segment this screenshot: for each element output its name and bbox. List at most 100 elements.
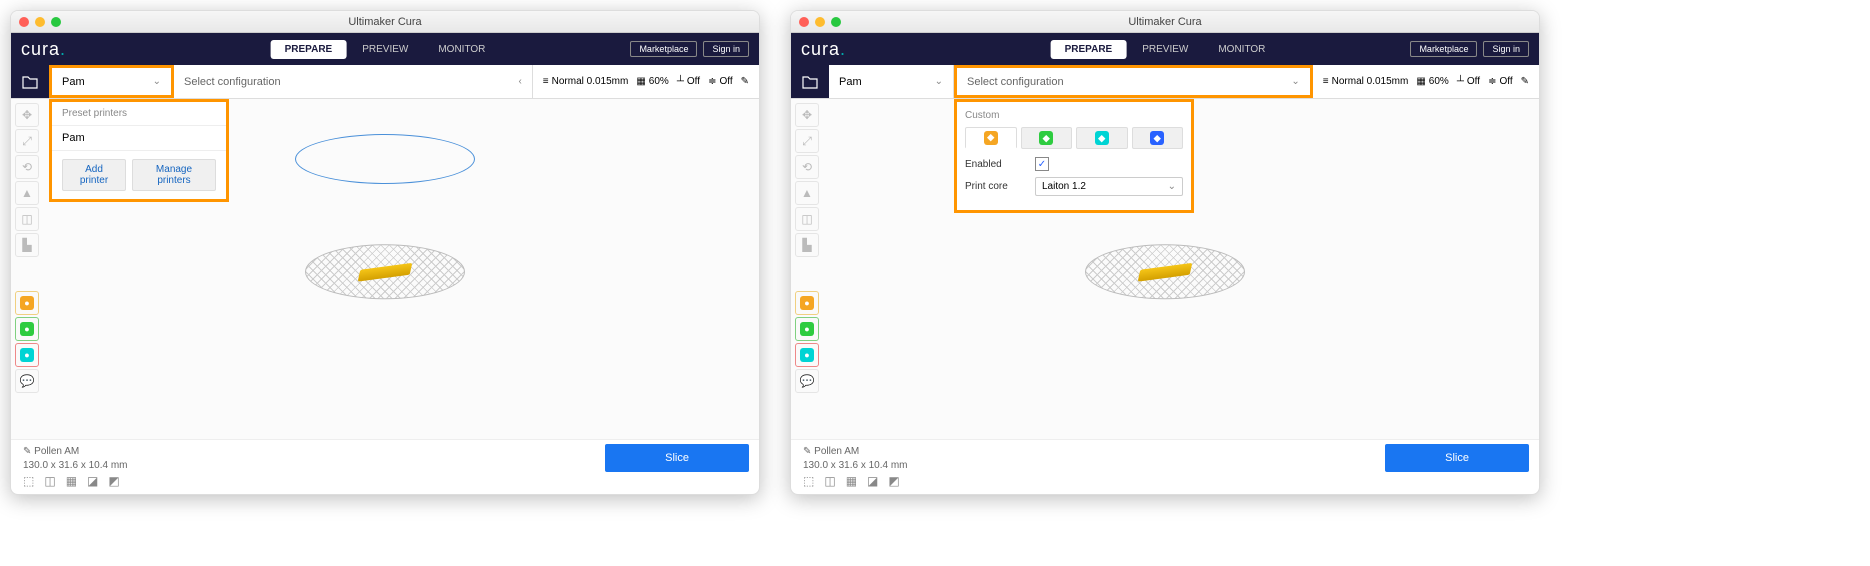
scale-tool[interactable]: ⤢ xyxy=(15,129,39,153)
left-toolbar: ✥ ⤢ ⟲ ▲ ◫ ▙ ● ● ● 💬 xyxy=(795,103,823,393)
signin-button[interactable]: Sign in xyxy=(1483,41,1529,57)
close-icon[interactable] xyxy=(799,17,809,27)
view-top-icon[interactable]: ▦ xyxy=(846,474,857,488)
tab-prepare[interactable]: PREPARE xyxy=(271,40,347,59)
view-3d-icon[interactable]: ⬚ xyxy=(23,474,34,488)
printer-selected-label: Pam xyxy=(62,76,85,88)
view-right-icon[interactable]: ◩ xyxy=(108,474,119,488)
close-icon[interactable] xyxy=(19,17,29,27)
adhesion-value: ≑ Off xyxy=(1488,76,1513,87)
extruder-tab-3[interactable]: ◆ xyxy=(1076,127,1128,149)
maximize-icon[interactable] xyxy=(51,17,61,27)
build-plate xyxy=(1085,244,1245,299)
chevron-down-icon: ⌄ xyxy=(1291,76,1299,87)
marketplace-button[interactable]: Marketplace xyxy=(1410,41,1477,57)
tab-prepare[interactable]: PREPARE xyxy=(1051,40,1127,59)
mesh-tool[interactable]: ◫ xyxy=(15,207,39,231)
configuration-selector[interactable]: Select configuration ⌄ xyxy=(954,65,1313,98)
view-front-icon[interactable]: ◫ xyxy=(824,474,835,488)
scale-tool[interactable]: ⤢ xyxy=(795,129,819,153)
viewport[interactable]: ✥ ⤢ ⟲ ▲ ◫ ▙ ● ● ● 💬 Preset printers Pam … xyxy=(11,99,759,439)
extruder-4-button[interactable]: 💬 xyxy=(795,369,819,393)
extruder-3-button[interactable]: ● xyxy=(795,343,819,367)
configuration-label: Select configuration xyxy=(184,76,281,88)
view-left-icon[interactable]: ◪ xyxy=(87,474,98,488)
model-object[interactable] xyxy=(358,262,413,281)
printer-option-pam[interactable]: Pam xyxy=(52,125,226,151)
mirror-tool[interactable]: ▲ xyxy=(795,181,819,205)
printer-dropdown-panel: Preset printers Pam Add printer Manage p… xyxy=(49,99,229,202)
configuration-selector[interactable]: Select configuration ‹ xyxy=(174,65,533,98)
view-icons: ⬚ ◫ ▦ ◪ ◩ xyxy=(803,474,1527,488)
rotate-tool[interactable]: ⟲ xyxy=(15,155,39,179)
slice-button[interactable]: Slice xyxy=(605,444,749,472)
signin-button[interactable]: Sign in xyxy=(703,41,749,57)
view-top-icon[interactable]: ▦ xyxy=(66,474,77,488)
window-title: Ultimaker Cura xyxy=(348,16,421,28)
cura-window-left: Ultimaker Cura cura. PREPARE PREVIEW MON… xyxy=(10,10,760,495)
move-tool[interactable]: ✥ xyxy=(15,103,39,127)
maximize-icon[interactable] xyxy=(831,17,841,27)
print-settings-summary[interactable]: ≡ Normal 0.015mm ▦ 60% ┴ Off ≑ Off ✎ xyxy=(533,65,759,98)
tab-preview[interactable]: PREVIEW xyxy=(1128,40,1202,59)
extruder-tab-2[interactable]: ◆ xyxy=(1021,127,1073,149)
add-printer-button[interactable]: Add printer xyxy=(62,159,126,191)
support-value: ┴ Off xyxy=(1457,76,1480,87)
printcore-select[interactable]: Laiton 1.2⌄ xyxy=(1035,177,1183,196)
open-file-button[interactable] xyxy=(791,65,829,98)
extruder-2-button[interactable]: ● xyxy=(795,317,819,341)
topbar: cura. PREPARE PREVIEW MONITOR Marketplac… xyxy=(11,33,759,65)
view-left-icon[interactable]: ◪ xyxy=(867,474,878,488)
build-volume-outline xyxy=(295,134,475,184)
extruder-1-button[interactable]: ● xyxy=(795,291,819,315)
view-front-icon[interactable]: ◫ xyxy=(44,474,55,488)
print-settings-summary[interactable]: ≡ Normal 0.015mm ▦ 60% ┴ Off ≑ Off ✎ xyxy=(1313,65,1539,98)
mesh-tool[interactable]: ◫ xyxy=(795,207,819,231)
minimize-icon[interactable] xyxy=(815,17,825,27)
printer-selector[interactable]: Pam ⌄ xyxy=(829,65,954,98)
open-file-button[interactable] xyxy=(11,65,49,98)
manage-printers-button[interactable]: Manage printers xyxy=(132,159,216,191)
tab-monitor[interactable]: MONITOR xyxy=(1204,40,1279,59)
quality-profile: ≡ Normal 0.015mm xyxy=(543,76,629,87)
tab-preview[interactable]: PREVIEW xyxy=(348,40,422,59)
pencil-icon[interactable]: ✎ xyxy=(741,76,749,87)
tab-monitor[interactable]: MONITOR xyxy=(424,40,499,59)
extruder-tab-4[interactable]: ◆ xyxy=(1132,127,1184,149)
rotate-tool[interactable]: ⟲ xyxy=(795,155,819,179)
build-plate xyxy=(305,244,465,299)
cura-window-right: Ultimaker Cura cura. PREPARE PREVIEW MON… xyxy=(790,10,1540,495)
window-title: Ultimaker Cura xyxy=(1128,16,1201,28)
chevron-left-icon: ‹ xyxy=(518,76,521,87)
support-value: ┴ Off xyxy=(677,76,700,87)
titlebar: Ultimaker Cura xyxy=(791,11,1539,33)
infill-value: ▦ 60% xyxy=(1416,76,1448,87)
pencil-icon[interactable]: ✎ xyxy=(1521,76,1529,87)
extruder-4-button[interactable]: 💬 xyxy=(15,369,39,393)
enabled-checkbox[interactable]: ✓ xyxy=(1035,157,1049,171)
model-object[interactable] xyxy=(1138,262,1193,281)
move-tool[interactable]: ✥ xyxy=(795,103,819,127)
quality-profile: ≡ Normal 0.015mm xyxy=(1323,76,1409,87)
view-3d-icon[interactable]: ⬚ xyxy=(803,474,814,488)
viewport[interactable]: ✥ ⤢ ⟲ ▲ ◫ ▙ ● ● ● 💬 Custom ◆ ◆ ◆ ◆ Enabl… xyxy=(791,99,1539,439)
printer-selector[interactable]: Pam ⌄ xyxy=(49,65,174,98)
extruder-tab-1[interactable]: ◆ xyxy=(965,127,1017,149)
marketplace-button[interactable]: Marketplace xyxy=(630,41,697,57)
footer: ✎ Pollen AM 130.0 x 31.6 x 10.4 mm ⬚ ◫ ▦… xyxy=(791,439,1539,494)
printer-selected-label: Pam xyxy=(839,76,862,88)
minimize-icon[interactable] xyxy=(35,17,45,27)
view-right-icon[interactable]: ◩ xyxy=(888,474,899,488)
configuration-dropdown-panel: Custom ◆ ◆ ◆ ◆ Enabled ✓ Print core Lait… xyxy=(954,99,1194,213)
support-blocker-tool[interactable]: ▙ xyxy=(795,233,819,257)
extruder-3-button[interactable]: ● xyxy=(15,343,39,367)
extruder-1-button[interactable]: ● xyxy=(15,291,39,315)
app-logo: cura. xyxy=(21,39,66,60)
chevron-down-icon: ⌄ xyxy=(935,76,943,87)
extruder-2-button[interactable]: ● xyxy=(15,317,39,341)
support-blocker-tool[interactable]: ▙ xyxy=(15,233,39,257)
enabled-label: Enabled xyxy=(965,159,1025,170)
chevron-down-icon: ⌄ xyxy=(153,76,161,87)
mirror-tool[interactable]: ▲ xyxy=(15,181,39,205)
slice-button[interactable]: Slice xyxy=(1385,444,1529,472)
